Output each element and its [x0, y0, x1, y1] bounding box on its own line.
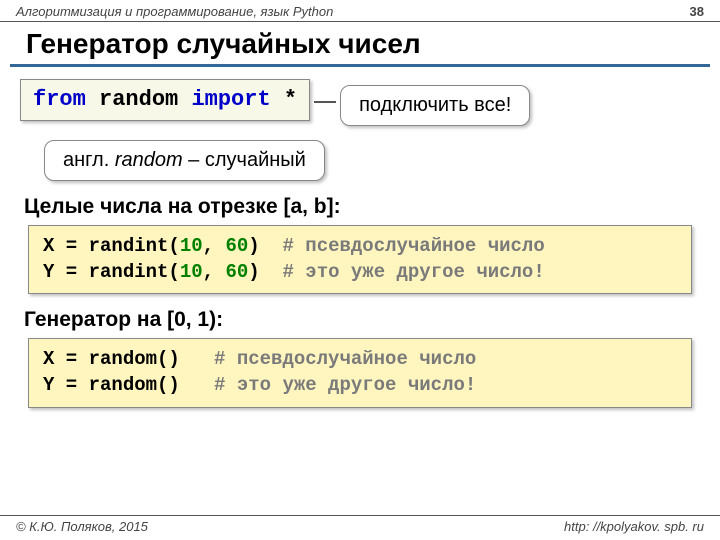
code-randint: X = randint(10, 60) # псевдослучайное чи…: [28, 225, 692, 294]
keyword-from: from: [33, 87, 86, 112]
slide-header: Алгоритмизация и программирование, язык …: [0, 0, 720, 22]
footer-url: http: //kpolyakov. spb. ru: [564, 519, 704, 534]
import-code: from random import *: [20, 79, 310, 121]
callout-connect-all: подключить все!: [340, 85, 530, 126]
connector-line: [314, 101, 336, 103]
translation-word: random: [115, 149, 183, 171]
copyright: © К.Ю. Поляков, 2015: [16, 519, 148, 534]
page-title: Генератор случайных чисел: [10, 22, 710, 67]
section-int: Целые числа на отрезке [a, b]:: [0, 181, 720, 225]
import-row: from random import * подключить все!: [0, 79, 720, 126]
module-name: random: [86, 87, 192, 112]
keyword-import: import: [191, 87, 270, 112]
slide-footer: © К.Ю. Поляков, 2015 http: //kpolyakov. …: [0, 515, 720, 534]
import-star: *: [271, 87, 297, 112]
section-float: Генератор на [0, 1):: [0, 294, 720, 338]
translation-suffix: – случайный: [183, 149, 306, 171]
course-title: Алгоритмизация и программирование, язык …: [16, 4, 333, 19]
code-random: X = random() # псевдослучайное число Y =…: [28, 338, 692, 407]
page-number: 38: [690, 4, 704, 19]
translation-prefix: англ.: [63, 149, 115, 171]
callout-translation: англ. random – случайный: [44, 140, 325, 181]
